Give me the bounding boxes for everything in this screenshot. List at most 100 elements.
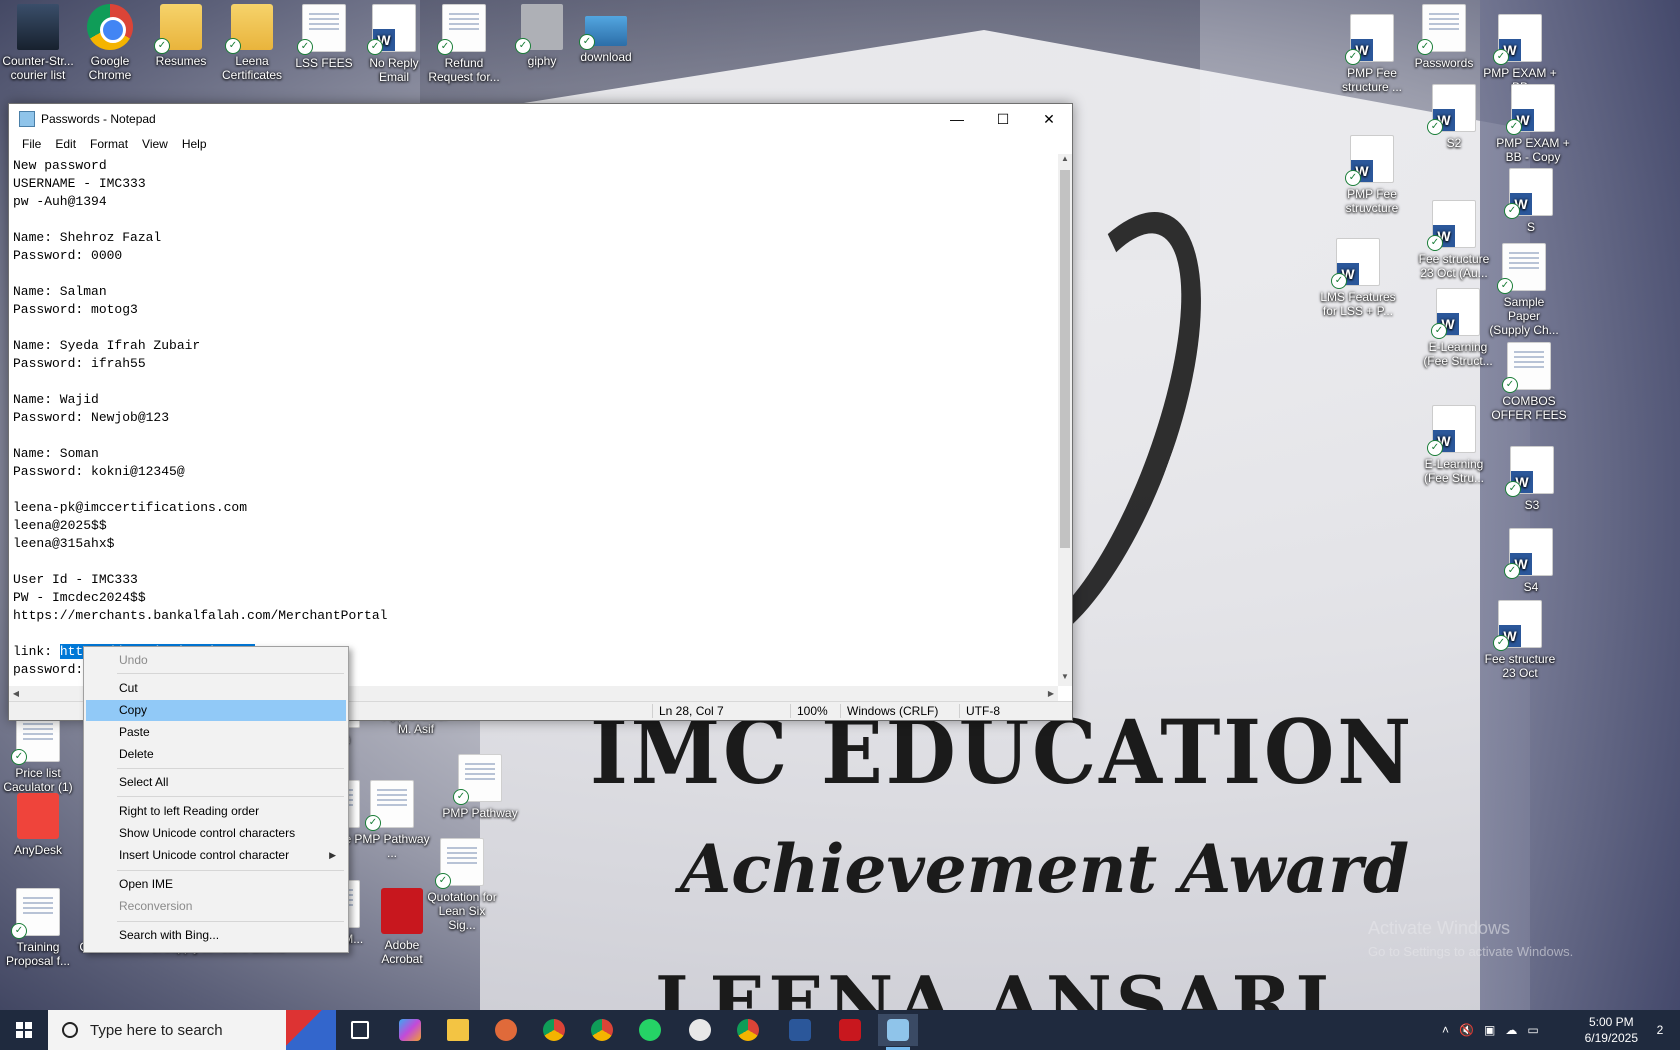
desktop-icon-price-list-caculator-1[interactable]: ✓ Price list Caculator (1) <box>0 714 76 794</box>
desktop-icon-label: E-Learning (Fee Stru... <box>1423 457 1485 485</box>
desktop-icon-passwords[interactable]: ✓ Passwords <box>1406 4 1482 70</box>
menu-item-undo[interactable]: Undo <box>86 650 346 671</box>
clock-app-button[interactable] <box>680 1014 720 1046</box>
taskbar-clock[interactable]: 5:00 PM 6/19/2025 <box>1585 1014 1638 1046</box>
desktop-icon-lss-fees[interactable]: ✓ LSS FEES <box>286 4 362 70</box>
menu-help[interactable]: Help <box>175 137 214 151</box>
desktop-icon-pmp-fee-struvcture[interactable]: ✓PMP Fee struvcture <box>1334 135 1410 215</box>
desktop-icon-lms-features-for-lss-p[interactable]: ✓LMS Features for LSS + P... <box>1320 238 1396 318</box>
scroll-up-icon[interactable]: ▲ <box>1058 154 1072 168</box>
desktop-icon-pmp-exam-bb[interactable]: ✓PMP EXAM + BB <box>1482 14 1558 94</box>
word-icon <box>789 1019 811 1041</box>
desktop-icon-adobe-acrobat[interactable]: Adobe Acrobat <box>364 888 440 966</box>
desktop-icon-pmp-pathway[interactable]: ✓ PMP Pathway ... <box>354 780 430 860</box>
desktop-icon-e-learning-fee-stru[interactable]: ✓E-Learning (Fee Stru... <box>1416 405 1492 485</box>
chevron-up-icon[interactable]: ˄ <box>1442 1023 1449 1037</box>
word-icon: ✓ <box>1427 405 1476 456</box>
desktop-icon-pmp-pathway[interactable]: ✓ PMP Pathway <box>442 754 518 820</box>
pdfdoc-icon: ✓ <box>1497 243 1546 294</box>
chrome-profile-button[interactable] <box>582 1014 622 1046</box>
notepad-taskbar-button[interactable] <box>878 1014 918 1050</box>
line-endings: Windows (CRLF) <box>840 704 938 718</box>
desktop-icon-label: Counter-Str... courier list <box>2 54 74 82</box>
sync-status-icon: ✓ <box>1497 278 1513 294</box>
desktop-icon-training-proposal-f[interactable]: ✓ Training Proposal f... <box>0 888 76 968</box>
desktop-icon-label: Price list Caculator (1) <box>3 766 73 794</box>
menu-item-cut[interactable]: Cut <box>86 678 346 699</box>
desktop-icon-google-chrome[interactable]: Google Chrome <box>72 4 148 82</box>
chrome-icon <box>543 1019 565 1041</box>
menu-item-copy[interactable]: Copy <box>86 700 346 721</box>
desktop-icon-s4[interactable]: ✓S4 <box>1493 528 1569 594</box>
desktop-icon-e-learning-fee-struct[interactable]: ✓E-Learning (Fee Struct... <box>1420 288 1496 368</box>
desktop-icon-no-reply-email[interactable]: ✓No Reply Email <box>356 4 432 84</box>
menu-format[interactable]: Format <box>83 137 135 151</box>
scroll-thumb[interactable] <box>1060 170 1070 548</box>
menu-item-open-ime[interactable]: Open IME <box>86 874 346 895</box>
desktop-icon-counter-str-courier-list[interactable]: Counter-Str... courier list <box>0 4 76 82</box>
desktop-icon-label: Fee structure 23 Oct (Au... <box>1418 252 1490 280</box>
meet-now-icon[interactable]: ▣ <box>1484 1023 1495 1037</box>
chrome-profile-2-button[interactable] <box>728 1014 768 1046</box>
desktop-icon-download[interactable]: ✓ download <box>568 4 644 64</box>
title-bar[interactable]: Passwords - Notepad — ☐ ✕ <box>9 104 1072 134</box>
weather-icon[interactable]: ☁ <box>1505 1023 1517 1037</box>
chrome-button[interactable] <box>534 1014 574 1046</box>
menu-view[interactable]: View <box>135 137 175 151</box>
desktop-icon-leena-certificates[interactable]: ✓ Leena Certificates <box>214 4 290 82</box>
taskbar-search-box[interactable]: Type here to search <box>48 1010 336 1050</box>
task-view-button[interactable] <box>340 1014 380 1046</box>
maximize-button[interactable]: ☐ <box>980 104 1026 134</box>
start-button[interactable] <box>0 1010 48 1050</box>
scroll-down-icon[interactable]: ▼ <box>1058 672 1072 686</box>
menu-separator <box>117 796 344 797</box>
text-editor[interactable]: New password USERNAME - IMC333 pw -Auh@1… <box>9 154 1058 686</box>
desktop-icon-s3[interactable]: ✓S3 <box>1494 446 1570 512</box>
desktop-icon-resumes[interactable]: ✓ Resumes <box>143 4 219 68</box>
notepad-window[interactable]: Passwords - Notepad — ☐ ✕ File Edit Form… <box>8 103 1073 721</box>
menu-item-paste[interactable]: Paste <box>86 722 346 743</box>
scroll-right-icon[interactable]: ▶ <box>1044 686 1058 702</box>
scroll-left-icon[interactable]: ◀ <box>9 686 23 702</box>
editor-text[interactable]: New password USERNAME - IMC333 pw -Auh@1… <box>9 154 1058 682</box>
menu-item-show-unicode[interactable]: Show Unicode control characters <box>86 823 346 844</box>
sync-status-icon: ✓ <box>11 749 27 765</box>
menu-item-reconversion[interactable]: Reconversion <box>86 896 346 917</box>
menu-item-rtl-reading[interactable]: Right to left Reading order <box>86 801 346 822</box>
copilot-icon <box>399 1019 421 1041</box>
desktop-icon-fee-structure-23-oct[interactable]: ✓Fee structure 23 Oct <box>1482 600 1558 680</box>
search-highlight-image <box>286 1010 336 1050</box>
word-button[interactable] <box>780 1014 820 1046</box>
copilot-button[interactable] <box>390 1014 430 1046</box>
desktop-icon-combos-offer-fees[interactable]: ✓ COMBOS OFFER FEES <box>1491 342 1567 422</box>
whatsapp-button[interactable] <box>630 1014 670 1046</box>
desktop-icon-anydesk[interactable]: AnyDesk <box>0 793 76 857</box>
acrobat-button[interactable] <box>830 1014 870 1046</box>
network-icon[interactable]: ▭ <box>1527 1023 1538 1037</box>
close-button[interactable]: ✕ <box>1026 104 1072 134</box>
desktop-icon-pmp-fee-structure[interactable]: ✓PMP Fee structure ... <box>1334 14 1410 94</box>
sync-status-icon: ✓ <box>1427 440 1443 456</box>
menu-file[interactable]: File <box>15 137 48 151</box>
search-icon <box>62 1022 78 1038</box>
menu-item-insert-unicode[interactable]: Insert Unicode control character ▶ <box>86 845 346 866</box>
menu-item-delete[interactable]: Delete <box>86 744 346 765</box>
file-explorer-button[interactable] <box>438 1014 478 1046</box>
desktop-icon-sample-paper-supply-ch[interactable]: ✓ Sample Paper (Supply Ch... <box>1486 243 1562 337</box>
desktop-icon-refund-request-for[interactable]: ✓ Refund Request for... <box>426 4 502 84</box>
desktop-icon-fee-structure-23-oct-au[interactable]: ✓Fee structure 23 Oct (Au... <box>1416 200 1492 280</box>
desktop-icon-s[interactable]: ✓S <box>1493 168 1569 234</box>
desktop-icon-s2[interactable]: ✓S2 <box>1416 84 1492 150</box>
volume-muted-icon[interactable]: 🔇 <box>1459 1023 1474 1037</box>
notification-center-button[interactable]: 2 <box>1648 1018 1672 1042</box>
menu-item-search-bing[interactable]: Search with Bing... <box>86 925 346 946</box>
snipping-tool-button[interactable] <box>486 1014 526 1046</box>
desktop-icon-pmp-exam-bb-copy[interactable]: ✓PMP EXAM + BB - Copy <box>1495 84 1571 164</box>
sync-status-icon: ✓ <box>437 39 453 55</box>
wallpaper-subtitle: Achievement Award <box>680 830 1410 908</box>
vertical-scrollbar[interactable]: ▲ ▼ <box>1058 154 1072 686</box>
menu-item-select-all[interactable]: Select All <box>86 772 346 793</box>
game-icon <box>17 4 59 50</box>
minimize-button[interactable]: — <box>934 104 980 134</box>
menu-edit[interactable]: Edit <box>48 137 83 151</box>
